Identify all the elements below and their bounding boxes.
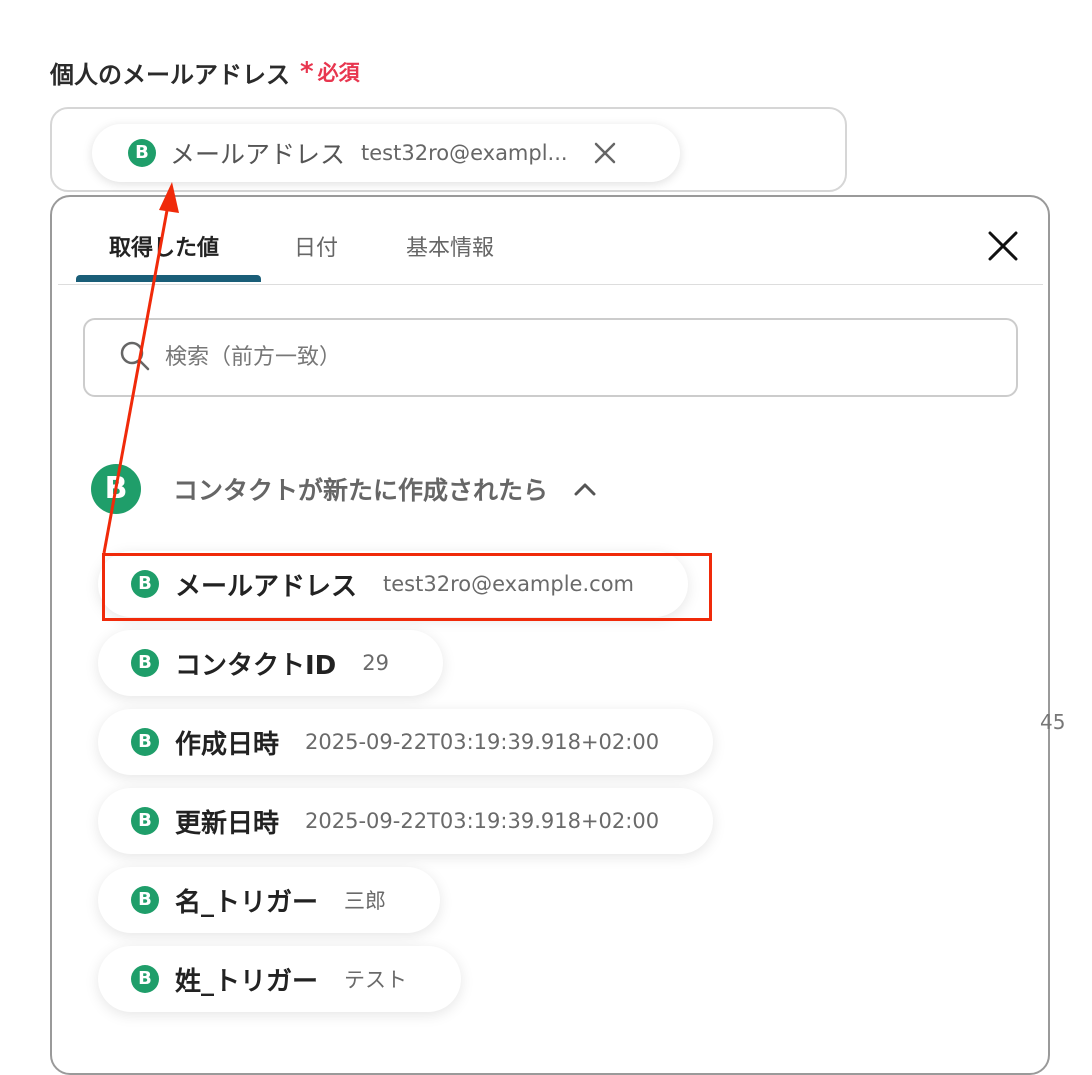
list-item-last-name[interactable]: B 姓_トリガー テスト [98, 946, 462, 1012]
field-label-text: 個人のメールアドレス [50, 60, 290, 89]
brevo-badge-icon: B [131, 728, 159, 756]
item-label: 更新日時 [175, 808, 280, 839]
tab-bar: 取得した値 日付 基本情報 [52, 197, 1048, 287]
item-label: 姓_トリガー [175, 966, 319, 997]
search-input[interactable] [163, 344, 967, 371]
search-icon [119, 340, 151, 376]
group-title: コンタクトが新たに作成されたら [173, 476, 549, 505]
item-value: テスト [344, 968, 408, 992]
value-picker-panel: 取得した値 日付 基本情報 B コンタクトが新たに作成されたら B メールアドレ… [50, 195, 1050, 1075]
list-item-first-name[interactable]: B 名_トリガー 三郎 [98, 867, 441, 933]
chip-remove-icon[interactable] [590, 138, 620, 168]
tab-basic-info[interactable]: 基本情報 [406, 225, 494, 267]
list-item-contact-id[interactable]: B コンタクトID 29 [98, 630, 443, 696]
close-icon[interactable] [986, 229, 1020, 263]
item-value: 三郎 [344, 889, 387, 913]
brevo-badge-icon: B [131, 886, 159, 914]
field-label: 個人のメールアドレス * 必須 [50, 52, 360, 92]
item-value: 2025-09-22T03:19:39.918+02:00 [305, 809, 660, 833]
list-item-updated-at[interactable]: B 更新日時 2025-09-22T03:19:39.918+02:00 [98, 788, 714, 854]
item-label: 名_トリガー [175, 887, 319, 918]
chevron-up-icon[interactable] [574, 482, 596, 496]
brevo-badge-icon: B [131, 807, 159, 835]
item-label: メールアドレス [175, 571, 358, 602]
active-tab-indicator [76, 275, 261, 282]
tab-divider [58, 284, 1043, 285]
item-value: 2025-09-22T03:19:39.918+02:00 [305, 730, 660, 754]
brevo-badge-icon: B [128, 139, 156, 167]
clipped-background-text: 45 [1040, 710, 1066, 734]
email-input-field[interactable]: B メールアドレス test32ro@exampl... [50, 107, 847, 192]
chip-value: test32ro@exampl... [361, 141, 568, 165]
required-asterisk: * [300, 57, 314, 87]
selected-value-chip[interactable]: B メールアドレス test32ro@exampl... [92, 124, 680, 182]
chip-label: メールアドレス [170, 140, 346, 169]
brevo-badge-icon: B [91, 464, 141, 514]
list-item-email[interactable]: B メールアドレス test32ro@example.com [98, 551, 689, 617]
item-value: 29 [362, 651, 389, 675]
required-text: 必須 [317, 61, 360, 85]
tab-retrieved-values[interactable]: 取得した値 [109, 225, 219, 267]
group-header-contact-created[interactable]: B コンタクトが新たに作成されたら [91, 463, 596, 515]
search-box[interactable] [83, 318, 1018, 397]
brevo-badge-icon: B [131, 965, 159, 993]
item-value: test32ro@example.com [383, 572, 635, 596]
item-label: コンタクトID [175, 650, 337, 681]
brevo-badge-icon: B [131, 649, 159, 677]
brevo-badge-icon: B [131, 570, 159, 598]
tab-date[interactable]: 日付 [294, 225, 338, 267]
item-label: 作成日時 [175, 729, 280, 760]
list-item-created-at[interactable]: B 作成日時 2025-09-22T03:19:39.918+02:00 [98, 709, 714, 775]
